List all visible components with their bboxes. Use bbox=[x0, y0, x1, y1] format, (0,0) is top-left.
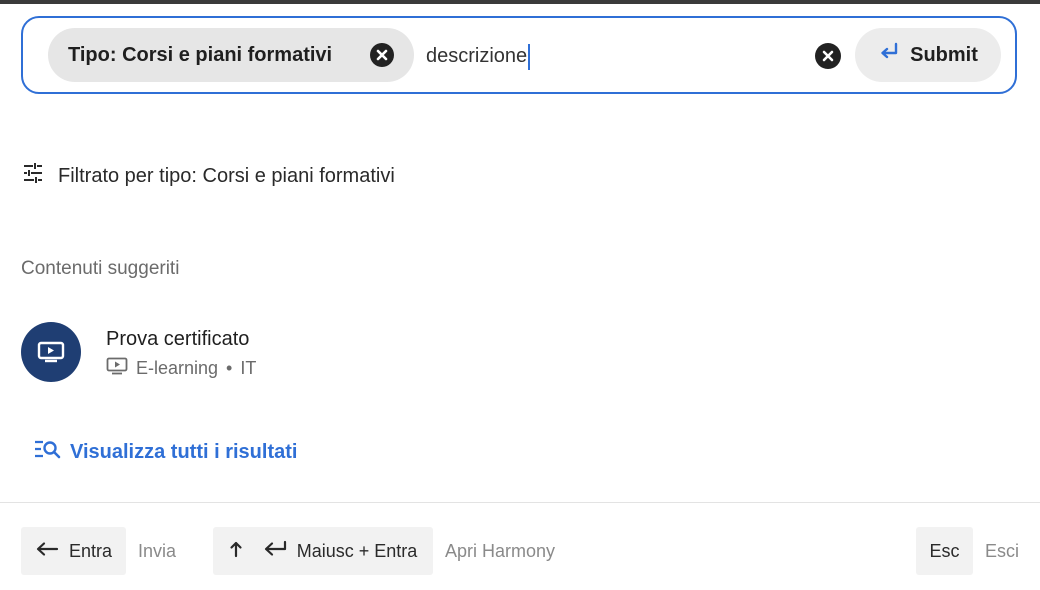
active-filter-info: Filtrato per tipo: Corsi e piani formati… bbox=[22, 160, 395, 192]
enter-arrow-icon bbox=[878, 41, 900, 69]
submit-button-label: Submit bbox=[910, 43, 978, 66]
suggested-item-language: IT bbox=[240, 357, 257, 378]
active-filter-text: Filtrato per tipo: Corsi e piani formati… bbox=[58, 164, 395, 187]
shift-enter-key-hint: Apri Harmony bbox=[445, 541, 556, 561]
search-bar: Tipo: Corsi e piani formativi descrizion… bbox=[21, 16, 1017, 94]
filter-chip-label: Tipo: Corsi e piani formativi bbox=[68, 43, 333, 66]
filter-chip[interactable]: Tipo: Corsi e piani formativi bbox=[48, 28, 414, 82]
esc-key-hint: Esci bbox=[985, 541, 1020, 561]
enter-arrow-icon bbox=[35, 540, 59, 563]
shift-enter-key-badge: Maiusc + Entra bbox=[213, 527, 433, 575]
suggested-section-title: Contenuti suggeriti bbox=[21, 258, 180, 279]
footer-divider bbox=[0, 502, 1040, 503]
suggested-item-title: Prova certificato bbox=[106, 327, 250, 350]
shift-arrow-icon bbox=[229, 540, 243, 563]
search-input[interactable]: descrizione bbox=[426, 36, 796, 76]
view-all-results-link[interactable]: Visualizza tutti i risultati bbox=[34, 436, 297, 468]
submit-button[interactable]: Submit bbox=[855, 28, 1001, 82]
suggested-item[interactable]: Prova certificato E-learning • IT bbox=[21, 322, 621, 382]
clear-search-icon[interactable] bbox=[815, 43, 841, 69]
enter-key-label: Entra bbox=[68, 540, 113, 561]
text-caret bbox=[528, 43, 531, 70]
suggested-item-type: E-learning bbox=[136, 357, 219, 378]
video-course-icon bbox=[21, 322, 81, 382]
elearning-icon bbox=[106, 357, 128, 380]
tune-icon bbox=[22, 162, 44, 190]
window-top-border bbox=[0, 0, 1040, 4]
esc-key-badge: Esc bbox=[916, 527, 973, 575]
view-all-results-label: Visualizza tutti i risultati bbox=[70, 440, 298, 463]
enter-key-badge: Entra bbox=[21, 527, 126, 575]
shift-enter-key-label: Maiusc + Entra bbox=[296, 540, 418, 561]
esc-key-label: Esc bbox=[929, 540, 960, 561]
meta-separator: • bbox=[226, 357, 233, 378]
search-list-icon bbox=[34, 439, 62, 465]
enter-key-hint: Invia bbox=[138, 541, 177, 561]
search-input-value: descrizione bbox=[426, 45, 528, 67]
enter-arrow-icon bbox=[263, 540, 287, 563]
remove-filter-icon[interactable] bbox=[370, 43, 394, 67]
